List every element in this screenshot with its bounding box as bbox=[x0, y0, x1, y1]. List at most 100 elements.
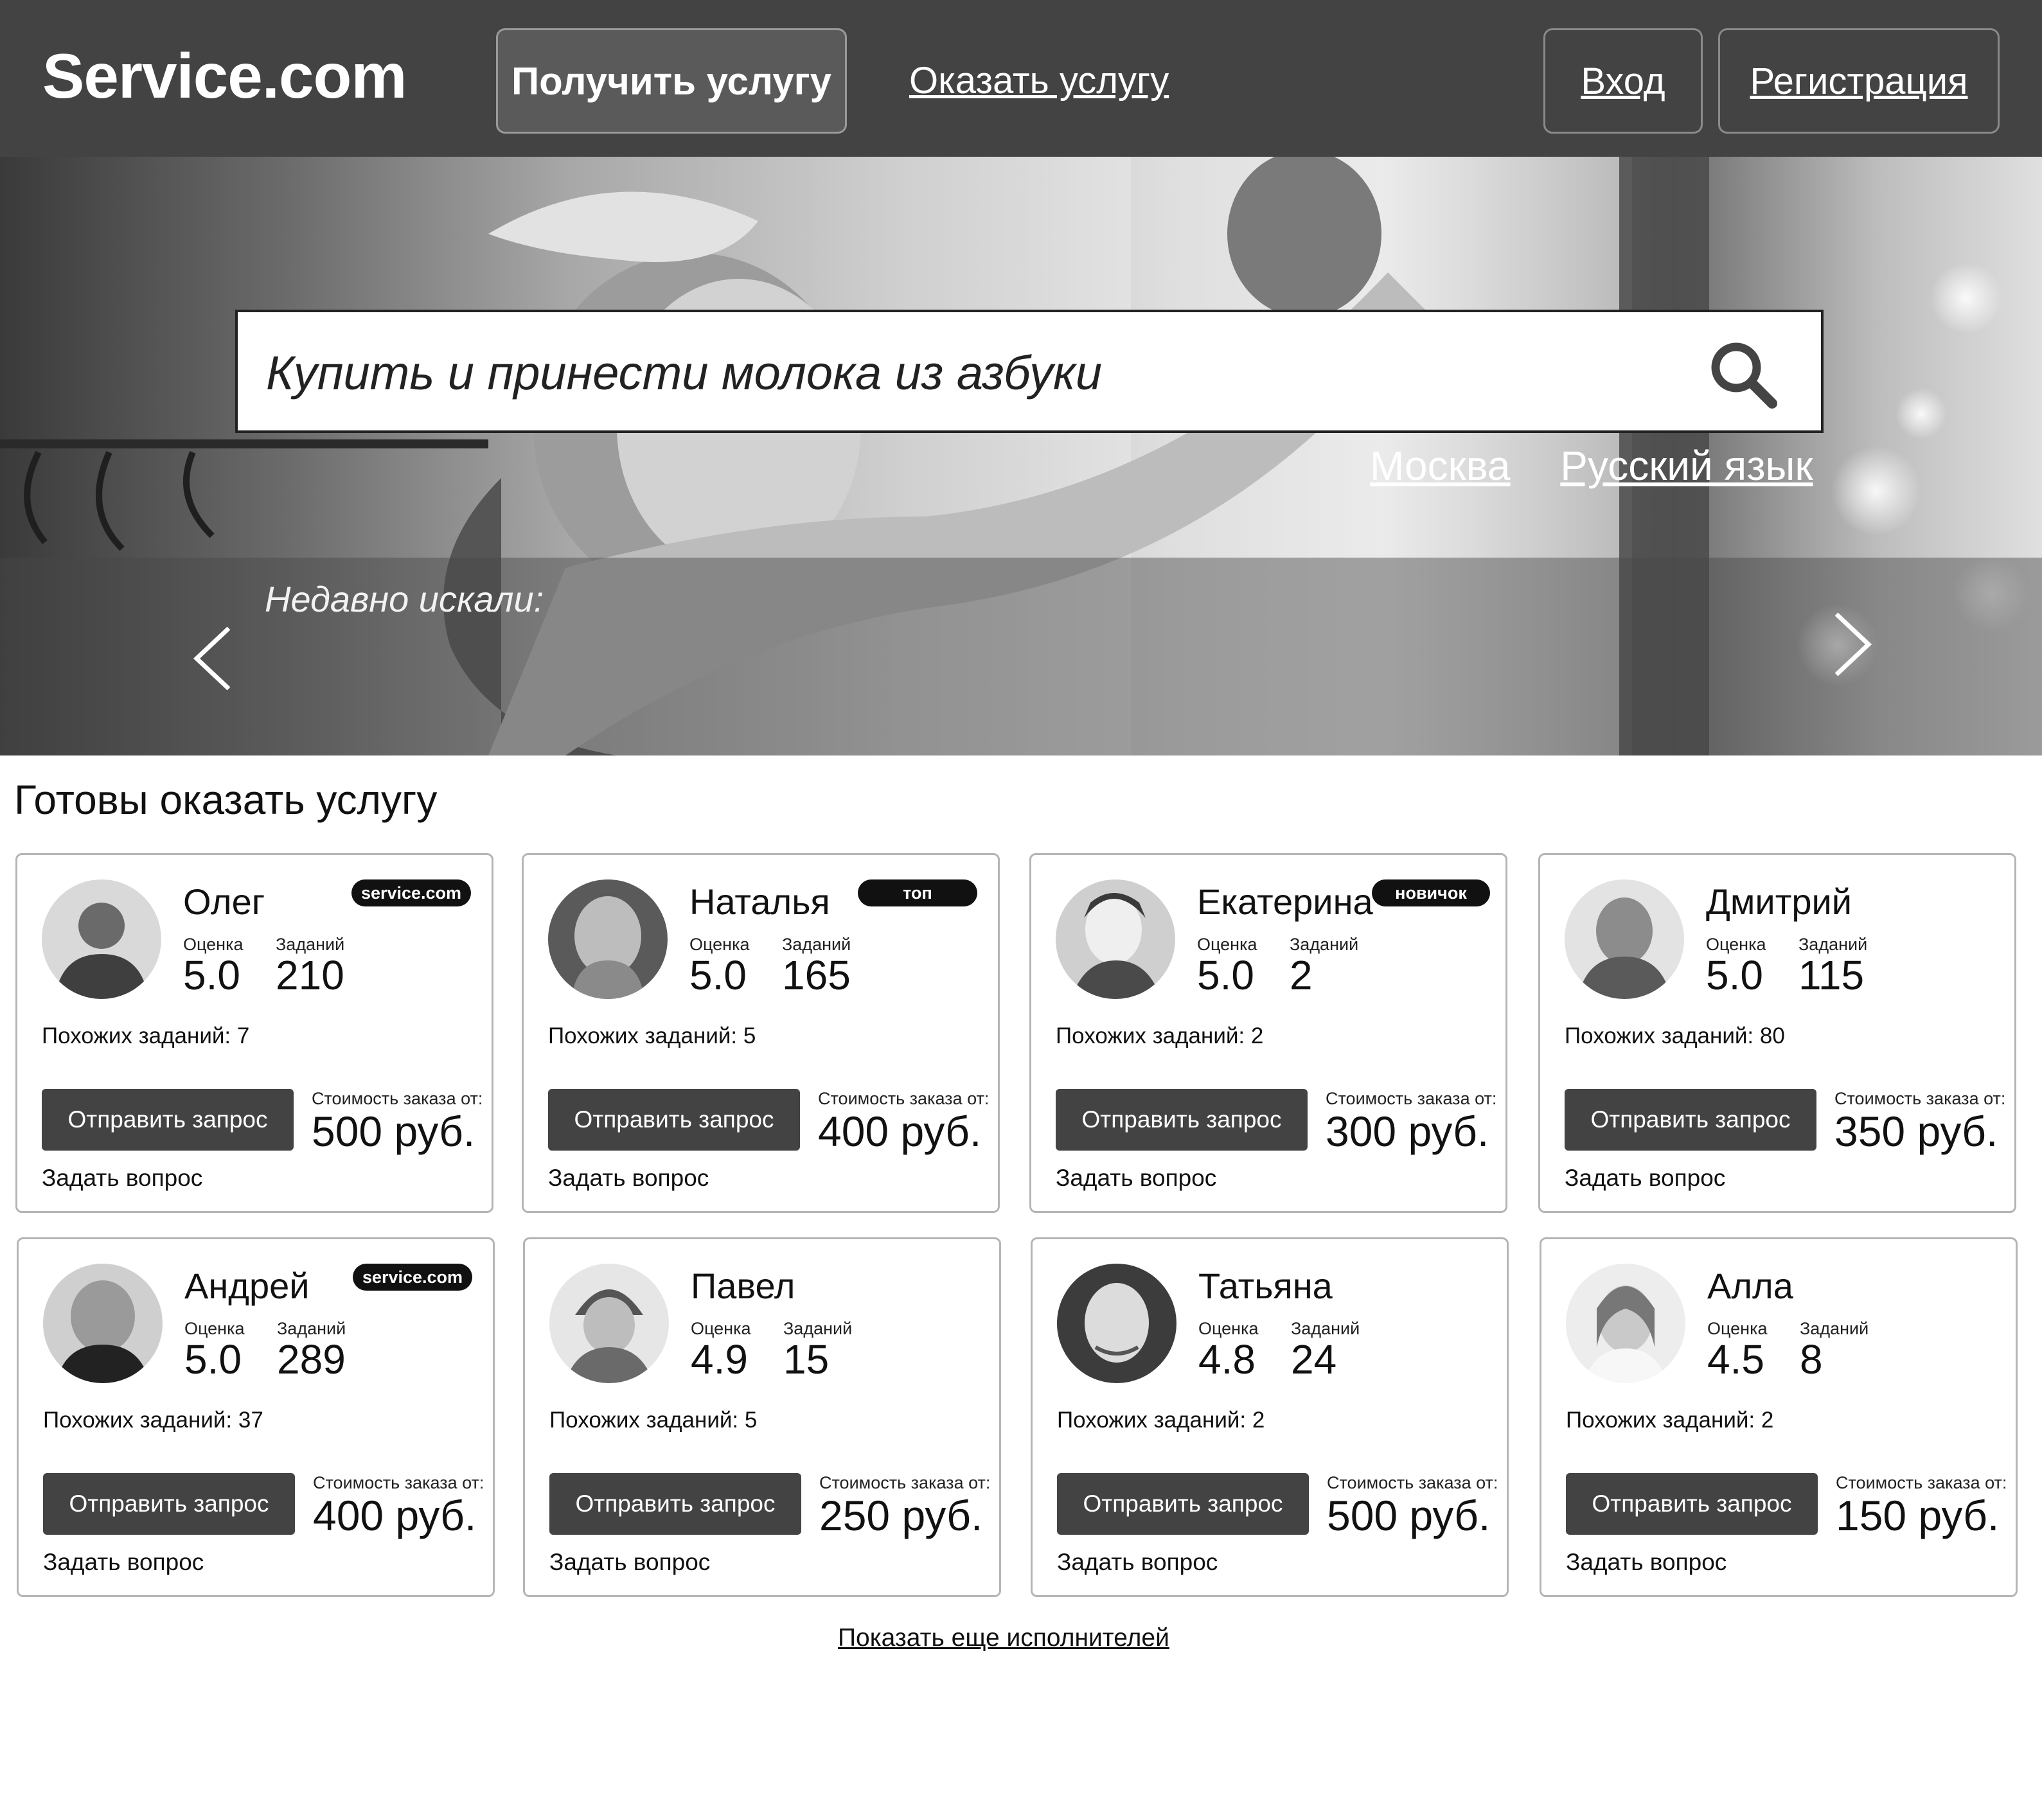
cost-label: Стоимость заказа от: bbox=[1326, 1089, 1497, 1108]
cost-label: Стоимость заказа от: bbox=[313, 1473, 484, 1492]
top-header: Service.com Получить услугу Оказать услу… bbox=[0, 0, 2042, 157]
cost-label: Стоимость заказа от: bbox=[1834, 1089, 2006, 1108]
provider-card: Екатерина новичок Оценка Заданий 5.0 2 П… bbox=[1029, 853, 1507, 1213]
get-service-button[interactable]: Получить услугу bbox=[496, 28, 847, 134]
avatar[interactable] bbox=[549, 1264, 669, 1383]
ask-question-link[interactable]: Задать вопрос bbox=[42, 1165, 202, 1192]
provider-card: Татьяна Оценка Заданий 4.8 24 Похожих за… bbox=[1031, 1237, 1509, 1597]
search-icon[interactable] bbox=[1707, 338, 1779, 410]
tasks-value: 15 bbox=[783, 1336, 830, 1383]
similar-tasks: Похожих заданий: 80 bbox=[1565, 1023, 1785, 1048]
status-badge: service.com bbox=[351, 879, 471, 906]
tasks-value: 210 bbox=[276, 952, 344, 998]
ask-question-link[interactable]: Задать вопрос bbox=[43, 1549, 204, 1576]
provider-name[interactable]: Андрей bbox=[184, 1265, 310, 1307]
tasks-value: 165 bbox=[782, 952, 851, 998]
similar-tasks: Похожих заданий: 2 bbox=[1566, 1408, 1774, 1433]
provider-name[interactable]: Екатерина bbox=[1197, 881, 1373, 923]
send-request-button[interactable]: Отправить запрос bbox=[1057, 1473, 1309, 1535]
rating-value: 4.8 bbox=[1198, 1336, 1256, 1383]
similar-tasks: Похожих заданий: 2 bbox=[1057, 1408, 1265, 1433]
rating-value: 4.9 bbox=[691, 1336, 748, 1383]
similar-tasks: Похожих заданий: 2 bbox=[1056, 1023, 1264, 1048]
tasks-value: 24 bbox=[1291, 1336, 1337, 1383]
provider-name[interactable]: Татьяна bbox=[1198, 1265, 1333, 1307]
site-logo[interactable]: Service.com bbox=[42, 40, 407, 112]
rating-value: 5.0 bbox=[1197, 952, 1254, 998]
language-link[interactable]: Русский язык bbox=[1560, 443, 1813, 489]
send-request-button[interactable]: Отправить запрос bbox=[549, 1473, 801, 1535]
provider-card: Алла Оценка Заданий 4.5 8 Похожих задани… bbox=[1540, 1237, 2018, 1597]
search-query-text: Купить и принести молока из азбуки bbox=[266, 346, 1103, 400]
avatar[interactable] bbox=[1565, 879, 1684, 999]
tasks-value: 289 bbox=[277, 1336, 346, 1383]
avatar[interactable] bbox=[43, 1264, 163, 1383]
provider-card: Дмитрий Оценка Заданий 5.0 115 Похожих з… bbox=[1538, 853, 2016, 1213]
provider-name[interactable]: Павел bbox=[691, 1265, 795, 1307]
cost-label: Стоимость заказа от: bbox=[818, 1089, 990, 1108]
provider-name[interactable]: Наталья bbox=[689, 881, 830, 923]
cost-value: 400 руб. bbox=[313, 1492, 477, 1539]
avatar[interactable] bbox=[42, 879, 161, 999]
provider-name[interactable]: Алла bbox=[1707, 1265, 1793, 1307]
cost-label: Стоимость заказа от: bbox=[312, 1089, 483, 1108]
section-title: Готовы оказать услугу bbox=[14, 777, 438, 823]
send-request-button[interactable]: Отправить запрос bbox=[42, 1089, 294, 1151]
show-more-providers-link[interactable]: Показать еще исполнителей bbox=[838, 1624, 1169, 1652]
similar-tasks: Похожих заданий: 37 bbox=[43, 1408, 263, 1433]
cost-value: 400 руб. bbox=[818, 1108, 982, 1155]
ask-question-link[interactable]: Задать вопрос bbox=[1565, 1165, 1725, 1192]
cost-label: Стоимость заказа от: bbox=[1327, 1473, 1498, 1492]
register-button[interactable]: Регистрация bbox=[1718, 28, 2000, 134]
login-button[interactable]: Вход bbox=[1543, 28, 1703, 134]
provider-card: Олег service.com Оценка Заданий 5.0 210 … bbox=[15, 853, 493, 1213]
offer-service-link[interactable]: Оказать услугу bbox=[909, 59, 1169, 102]
ask-question-link[interactable]: Задать вопрос bbox=[1056, 1165, 1216, 1192]
status-badge: service.com bbox=[353, 1264, 472, 1291]
rating-value: 4.5 bbox=[1707, 1336, 1764, 1383]
provider-card: Наталья топ Оценка Заданий 5.0 165 Похож… bbox=[522, 853, 1000, 1213]
location-language-links: Москва Русский язык bbox=[1370, 442, 1813, 490]
tasks-value: 115 bbox=[1798, 952, 1865, 998]
avatar[interactable] bbox=[548, 879, 668, 999]
cost-value: 500 руб. bbox=[312, 1108, 475, 1155]
provider-card: Андрей service.com Оценка Заданий 5.0 28… bbox=[17, 1237, 495, 1597]
ask-question-link[interactable]: Задать вопрос bbox=[1057, 1549, 1218, 1576]
send-request-button[interactable]: Отправить запрос bbox=[1566, 1473, 1818, 1535]
search-input[interactable]: Купить и принести молока из азбуки bbox=[235, 310, 1824, 433]
avatar[interactable] bbox=[1056, 879, 1175, 999]
chevron-left-icon[interactable] bbox=[190, 623, 235, 694]
city-link[interactable]: Москва bbox=[1370, 443, 1511, 489]
tasks-value: 8 bbox=[1800, 1336, 1823, 1383]
ask-question-link[interactable]: Задать вопрос bbox=[549, 1549, 710, 1576]
send-request-button[interactable]: Отправить запрос bbox=[1056, 1089, 1308, 1151]
rating-value: 5.0 bbox=[689, 952, 747, 998]
provider-card: Павел Оценка Заданий 4.9 15 Похожих зада… bbox=[523, 1237, 1001, 1597]
ask-question-link[interactable]: Задать вопрос bbox=[548, 1165, 709, 1192]
send-request-button[interactable]: Отправить запрос bbox=[548, 1089, 800, 1151]
rating-value: 5.0 bbox=[183, 952, 240, 998]
send-request-button[interactable]: Отправить запрос bbox=[43, 1473, 295, 1535]
rating-value: 5.0 bbox=[184, 1336, 242, 1383]
cost-label: Стоимость заказа от: bbox=[819, 1473, 991, 1492]
send-request-button[interactable]: Отправить запрос bbox=[1565, 1089, 1816, 1151]
avatar[interactable] bbox=[1566, 1264, 1685, 1383]
similar-tasks: Похожих заданий: 7 bbox=[42, 1023, 250, 1048]
cost-value: 500 руб. bbox=[1327, 1492, 1491, 1539]
rating-value: 5.0 bbox=[1706, 952, 1763, 998]
hero-banner: Купить и принести молока из азбуки Москв… bbox=[0, 157, 2042, 755]
status-badge: новичок bbox=[1372, 879, 1490, 906]
tasks-value: 2 bbox=[1290, 952, 1313, 998]
ask-question-link[interactable]: Задать вопрос bbox=[1566, 1549, 1727, 1576]
similar-tasks: Похожих заданий: 5 bbox=[549, 1408, 758, 1433]
cost-value: 350 руб. bbox=[1834, 1108, 1998, 1155]
avatar[interactable] bbox=[1057, 1264, 1176, 1383]
cost-value: 250 руб. bbox=[819, 1492, 983, 1539]
provider-name[interactable]: Дмитрий bbox=[1706, 881, 1852, 923]
provider-name[interactable]: Олег bbox=[183, 881, 265, 923]
cost-value: 300 руб. bbox=[1326, 1108, 1489, 1155]
similar-tasks: Похожих заданий: 5 bbox=[548, 1023, 756, 1048]
chevron-right-icon[interactable] bbox=[1830, 609, 1875, 680]
recent-searches-label: Недавно искали: bbox=[265, 579, 544, 619]
cost-label: Стоимость заказа от: bbox=[1836, 1473, 2007, 1492]
